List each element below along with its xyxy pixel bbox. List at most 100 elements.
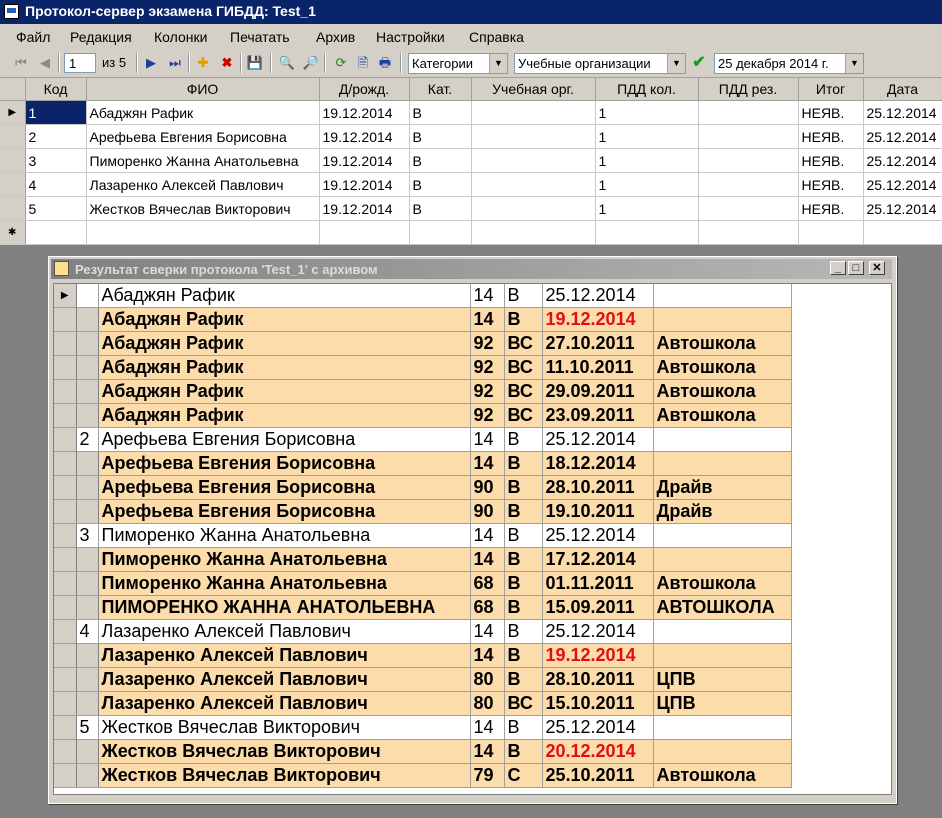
menu-settings[interactable]: Настройки bbox=[376, 29, 445, 45]
empty-cell[interactable] bbox=[409, 220, 472, 245]
date-cell[interactable]: 01.11.2011 bbox=[542, 571, 654, 596]
row-header[interactable] bbox=[54, 475, 77, 500]
school-cell[interactable]: Автошкола bbox=[653, 403, 792, 428]
date-cell[interactable]: 19.12.2014 bbox=[542, 643, 654, 668]
archive-row[interactable]: Лазаренко Алексей Павлович 80 ВС 15.10.2011… bbox=[54, 691, 792, 716]
table-row[interactable]: 5 Жестков Вячеслав Викторович 19.12.2014 В 1… bbox=[0, 196, 942, 221]
row-header[interactable] bbox=[54, 307, 77, 332]
school-cell[interactable]: Автошкола bbox=[653, 355, 792, 380]
category-cell[interactable]: ВС bbox=[504, 403, 543, 428]
code-cell[interactable]: 4 bbox=[25, 172, 87, 197]
row-number-cell[interactable] bbox=[76, 451, 99, 476]
date-cell[interactable]: 25.12.2014 bbox=[863, 196, 942, 221]
school-cell[interactable] bbox=[471, 172, 596, 197]
date-cell[interactable]: 25.12.2014 bbox=[863, 124, 942, 149]
row-header[interactable] bbox=[0, 196, 26, 221]
school-cell[interactable] bbox=[471, 124, 596, 149]
zoom-in-icon[interactable]: 🔍 bbox=[278, 54, 296, 72]
birthdate-cell[interactable]: 19.12.2014 bbox=[319, 124, 410, 149]
category-cell[interactable]: В bbox=[504, 427, 543, 452]
row-number-cell[interactable] bbox=[76, 643, 99, 668]
archive-row[interactable]: Лазаренко Алексей Павлович 14 В 19.12.2014 bbox=[54, 643, 792, 668]
archive-row[interactable]: Жестков Вячеслав Викторович 14 В 20.12.2014 bbox=[54, 739, 792, 764]
school-cell[interactable] bbox=[471, 148, 596, 173]
category-cell[interactable]: В bbox=[409, 100, 472, 125]
name-cell[interactable]: Пиморенко Жанна Анатольевна bbox=[86, 148, 320, 173]
current-row-indicator[interactable]: ▶ bbox=[0, 100, 26, 125]
number-cell[interactable]: 14 bbox=[470, 307, 505, 332]
birthdate-cell[interactable]: 19.12.2014 bbox=[319, 148, 410, 173]
date-cell[interactable]: 25.12.2014 bbox=[863, 148, 942, 173]
category-cell[interactable]: В bbox=[504, 523, 543, 548]
school-cell[interactable] bbox=[653, 523, 792, 548]
save-icon[interactable]: 💾 bbox=[246, 54, 264, 72]
row-header[interactable] bbox=[54, 691, 77, 716]
category-cell[interactable]: ВС bbox=[504, 355, 543, 380]
row-header[interactable] bbox=[54, 619, 77, 644]
prev-record-icon[interactable]: ◀ bbox=[36, 54, 54, 72]
row-number-cell[interactable] bbox=[76, 739, 99, 764]
code-cell[interactable]: 5 bbox=[25, 196, 87, 221]
number-cell[interactable]: 14 bbox=[470, 547, 505, 572]
pdd-count-cell[interactable]: 1 bbox=[595, 148, 699, 173]
archive-row[interactable]: Арефьева Евгения Борисовна 90 В 28.10.2011 Д… bbox=[54, 475, 792, 500]
print-icon[interactable]: 🖶 bbox=[376, 54, 394, 72]
row-header[interactable] bbox=[54, 595, 77, 620]
first-record-icon[interactable]: ⏮ bbox=[12, 54, 30, 72]
archive-row[interactable]: Пиморенко Жанна Анатольевна 14 В 17.12.2014 bbox=[54, 547, 792, 572]
school-cell[interactable] bbox=[653, 284, 792, 308]
empty-cell[interactable] bbox=[471, 220, 596, 245]
number-cell[interactable]: 14 bbox=[470, 619, 505, 644]
row-number-cell[interactable] bbox=[76, 571, 99, 596]
pdd-result-cell[interactable] bbox=[698, 124, 799, 149]
new-row-icon[interactable]: ✱ bbox=[0, 220, 26, 245]
name-cell[interactable]: Абаджян Рафик bbox=[98, 355, 471, 380]
column-header-date[interactable]: Дата bbox=[863, 78, 942, 101]
row-number-cell[interactable] bbox=[76, 307, 99, 332]
number-cell[interactable]: 92 bbox=[470, 331, 505, 356]
date-cell[interactable]: 20.12.2014 bbox=[542, 739, 654, 764]
row-number-cell[interactable]: 2 bbox=[76, 427, 99, 452]
category-cell[interactable]: В bbox=[504, 307, 543, 332]
column-header-birthdate[interactable]: Д/рожд. bbox=[319, 78, 410, 101]
empty-cell[interactable] bbox=[86, 220, 320, 245]
date-cell[interactable]: 25.10.2011 bbox=[542, 763, 654, 788]
school-cell[interactable]: ЦПВ bbox=[653, 667, 792, 692]
menu-file[interactable]: Файл bbox=[16, 29, 50, 45]
name-cell[interactable]: Абаджян Рафик bbox=[98, 284, 471, 308]
name-cell[interactable]: Арефьева Евгения Борисовна bbox=[98, 427, 471, 452]
row-number-cell[interactable] bbox=[76, 595, 99, 620]
result-cell[interactable]: НЕЯВ. bbox=[798, 148, 864, 173]
number-cell[interactable]: 14 bbox=[470, 427, 505, 452]
chevron-down-icon[interactable]: ▼ bbox=[845, 54, 863, 73]
row-header[interactable] bbox=[54, 547, 77, 572]
row-header[interactable] bbox=[54, 715, 77, 740]
school-cell[interactable]: Драйв bbox=[653, 475, 792, 500]
protocol-row[interactable]: 2 Арефьева Евгения Борисовна 14 В 25.12.2014 bbox=[54, 427, 792, 452]
number-cell[interactable]: 14 bbox=[470, 284, 505, 308]
column-header-school[interactable]: Учебная орг. bbox=[471, 78, 596, 101]
maximize-icon[interactable]: □ bbox=[848, 261, 864, 275]
menu-archive[interactable]: Архив bbox=[316, 29, 355, 45]
row-header[interactable] bbox=[54, 403, 77, 428]
row-header[interactable] bbox=[54, 739, 77, 764]
code-cell[interactable]: 1 bbox=[25, 100, 87, 125]
school-cell[interactable]: Автошкола bbox=[653, 379, 792, 404]
pdd-result-cell[interactable] bbox=[698, 196, 799, 221]
name-cell[interactable]: Арефьева Евгения Борисовна bbox=[98, 475, 471, 500]
menu-edit[interactable]: Редакция bbox=[70, 29, 132, 45]
protocol-row[interactable]: 5 Жестков Вячеслав Викторович 14 В 25.12.201… bbox=[54, 715, 792, 740]
empty-cell[interactable] bbox=[698, 220, 799, 245]
menu-columns[interactable]: Колонки bbox=[154, 29, 207, 45]
school-cell[interactable] bbox=[653, 451, 792, 476]
number-cell[interactable]: 14 bbox=[470, 451, 505, 476]
minimize-icon[interactable]: _ bbox=[830, 261, 846, 275]
delete-record-icon[interactable]: ✖ bbox=[218, 54, 236, 72]
category-cell[interactable]: В bbox=[504, 571, 543, 596]
row-number-cell[interactable]: 1 bbox=[76, 284, 99, 308]
pdd-count-cell[interactable]: 1 bbox=[595, 124, 699, 149]
row-number-cell[interactable] bbox=[76, 667, 99, 692]
name-cell[interactable]: Жестков Вячеслав Викторович bbox=[98, 763, 471, 788]
menu-help[interactable]: Справка bbox=[469, 29, 524, 45]
empty-cell[interactable] bbox=[798, 220, 864, 245]
